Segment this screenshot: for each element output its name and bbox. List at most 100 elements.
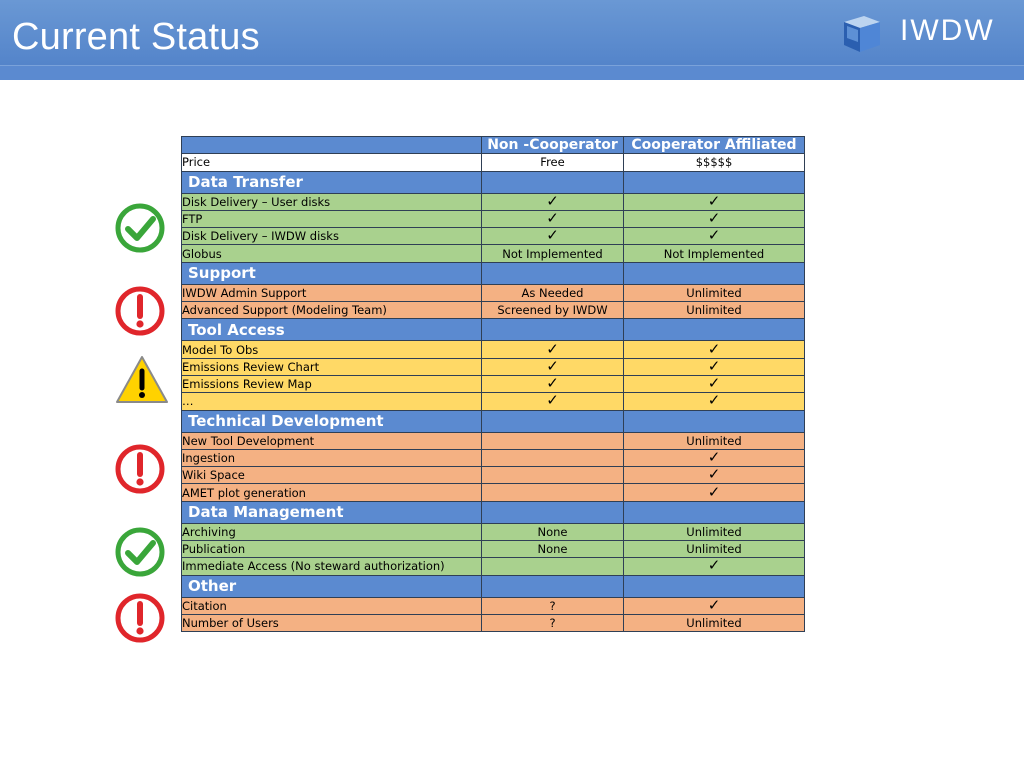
checkmark-icon: ✓ [546, 209, 559, 228]
table-row: IWDW Admin Support As Needed Unlimited [181, 283, 805, 303]
row-label: Immediate Access (No steward authorizati… [181, 557, 482, 576]
section-blank-cell [481, 318, 624, 342]
table-row: Ingestion ✓ [181, 448, 805, 468]
table-row: Number of Users? Unlimited [181, 613, 805, 633]
row-label: Publication [181, 540, 482, 559]
cooperator-cell: ✓ [623, 209, 805, 229]
row-label: IWDW Admin Support [181, 283, 482, 303]
warning-triangle-icon [114, 354, 168, 406]
row-label: Model To Obs [181, 340, 482, 359]
cell-value: ? [549, 598, 556, 613]
non-cooperator-cell: None [481, 522, 624, 542]
cube-logo-icon [844, 16, 880, 52]
section-blank-cell [481, 409, 624, 433]
cooperator-cell: Unlimited [623, 283, 805, 303]
section-row-other: Other [181, 574, 805, 598]
checkmark-icon: ✓ [546, 191, 559, 210]
section-title: Support [181, 261, 482, 285]
exclamation-circle-icon [114, 443, 166, 495]
non-cooperator-cell: ✓ [481, 374, 624, 394]
cell-value: Unlimited [686, 542, 742, 557]
cooperator-cell: Not Implemented [623, 244, 805, 263]
cell-value: Unlimited [686, 303, 742, 318]
non-cooperator-cell: ? [481, 596, 624, 615]
section-blank-cell [623, 170, 805, 194]
non-cooperator-cell [481, 557, 624, 576]
checkmark-icon: ✓ [546, 339, 559, 358]
cooperator-cell: ✓ [623, 374, 805, 394]
table-row: Immediate Access (No steward authorizati… [181, 556, 805, 576]
title-bar-strip [0, 65, 1024, 80]
non-cooperator-cell [481, 466, 624, 485]
non-cooperator-cell [481, 483, 624, 502]
checkmark-icon: ✓ [707, 191, 721, 210]
section-title: Other [181, 574, 482, 598]
table-row: Archiving None Unlimited [181, 522, 805, 542]
section-blank-cell [481, 574, 624, 598]
row-label: Wiki Space [181, 466, 482, 485]
logo-text: IWDW [900, 14, 995, 47]
row-label: Ingestion [181, 448, 482, 468]
column-header-non-cooperator: Non -Cooperator [481, 135, 624, 155]
section-blank-cell [623, 500, 805, 524]
cooperator-cell: ✓ [623, 596, 805, 615]
cooperator-cell: Unlimited [623, 301, 805, 320]
checkmark-icon: ✓ [707, 374, 721, 393]
checkmark-icon: ✓ [707, 556, 721, 575]
table-row: AMET plot generation ✓ [181, 482, 805, 502]
column-header-cooperator-affiliated: Cooperator Affiliated [623, 135, 805, 155]
row-label: Emissions Review Map [181, 374, 482, 394]
section-row-technical-development: Technical Development [181, 409, 805, 433]
price-cooperator: $$$$$ [623, 153, 805, 172]
cooperator-cell: ✓ [623, 482, 805, 502]
checkmark-icon: ✓ [707, 482, 721, 501]
iwdw-logo: IWDW [838, 10, 1008, 58]
table-row: Disk Delivery – User disks ✓ ✓ [181, 191, 805, 211]
section-blank-cell [623, 574, 805, 598]
table-row: … ✓ ✓ [181, 391, 805, 411]
section-row-data-transfer: Data Transfer [181, 170, 805, 194]
row-label: Disk Delivery – User disks [181, 192, 482, 211]
checkmark-icon: ✓ [546, 374, 559, 393]
table-row: Wiki Space ✓ [181, 466, 805, 485]
check-circle-icon [114, 526, 166, 578]
cell-value: ? [549, 616, 556, 631]
non-cooperator-cell: As Needed [481, 283, 624, 303]
row-label: Citation [181, 596, 482, 615]
row-label: Archiving [181, 522, 482, 542]
row-label: Disk Delivery – IWDW disks [181, 227, 482, 246]
non-cooperator-cell: ✓ [481, 356, 624, 376]
section-row-support: Support [181, 261, 805, 285]
checkmark-icon: ✓ [546, 391, 559, 410]
non-cooperator-cell: Screened by IWDW [481, 301, 624, 320]
non-cooperator-cell [481, 431, 624, 450]
non-cooperator-cell: ✓ [481, 209, 624, 229]
checkmark-icon: ✓ [707, 226, 721, 245]
section-blank-cell [481, 261, 624, 285]
checkmark-icon: ✓ [546, 356, 559, 375]
cooperator-cell: ✓ [623, 340, 805, 359]
comparison-table: Non -Cooperator Cooperator Affiliated Pr… [181, 135, 805, 633]
cooperator-cell: ✓ [623, 226, 805, 246]
section-title: Technical Development [181, 409, 482, 433]
section-blank-cell [481, 170, 624, 194]
cooperator-cell: ✓ [623, 357, 805, 376]
row-label: Number of Users [181, 613, 482, 633]
section-title: Tool Access [181, 318, 482, 342]
cell-value: Not Implemented [502, 246, 603, 261]
section-blank-cell [623, 409, 805, 433]
non-cooperator-cell: ✓ [481, 191, 624, 211]
table-row: FTP ✓ ✓ [181, 209, 805, 229]
cell-value: Unlimited [686, 285, 742, 300]
cooperator-cell: ✓ [623, 466, 805, 485]
section-row-data-management: Data Management [181, 500, 805, 524]
cell-value: Unlimited [686, 616, 742, 631]
table-header-row: Non -Cooperator Cooperator Affiliated [181, 135, 805, 155]
price-label: Price [181, 153, 482, 172]
page-title: Current Status [12, 16, 260, 58]
exclamation-circle-icon [114, 592, 166, 644]
non-cooperator-cell: None [481, 540, 624, 559]
row-label: Globus [181, 244, 482, 263]
cooperator-cell: ✓ [623, 556, 805, 576]
row-label: Emissions Review Chart [181, 357, 482, 376]
